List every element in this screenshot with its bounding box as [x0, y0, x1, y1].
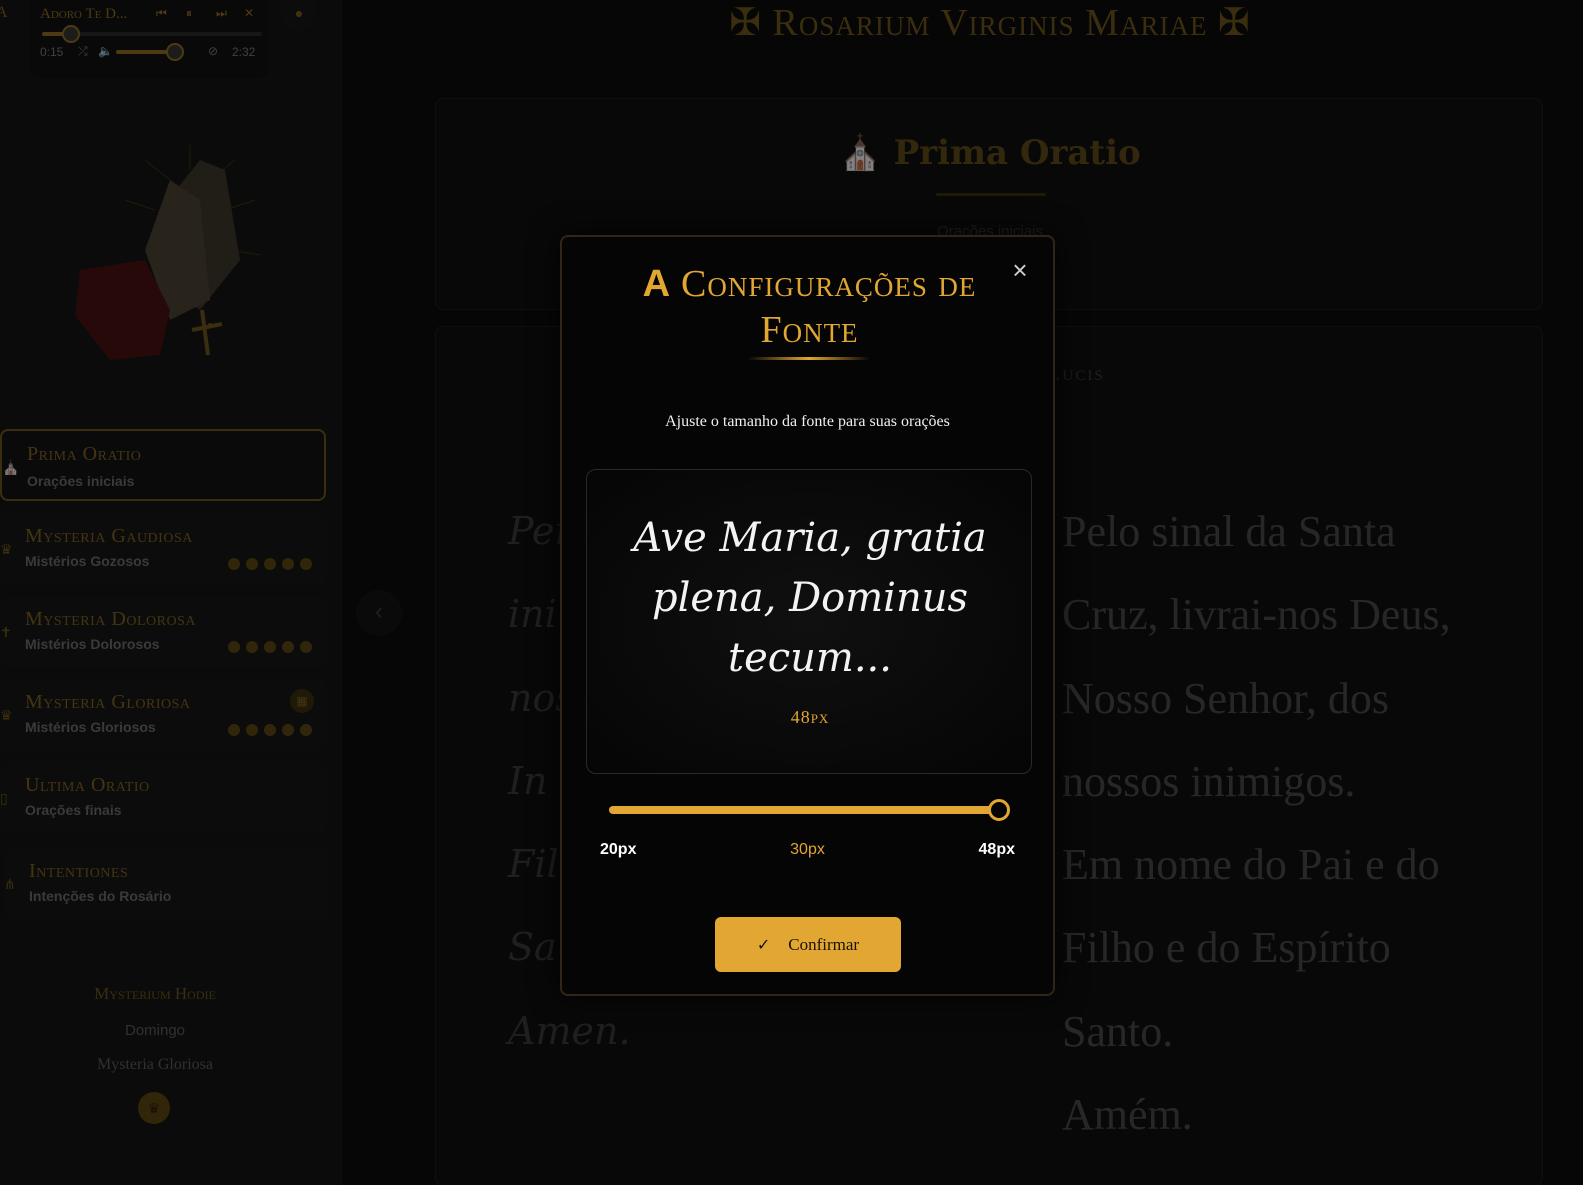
dialog-description: Ajuste o tamanho da fonte para suas oraç…	[665, 413, 950, 430]
font-preview-box: Ave Maria, gratia plena, Dominus tecum..…	[586, 469, 1032, 774]
confirm-label: Confirmar	[788, 934, 860, 954]
slider-max-label: 48px	[978, 841, 1015, 858]
confirm-button[interactable]: ✓ Confirmar	[715, 917, 901, 972]
font-settings-dialog: × A Configurações de Fonte Ajuste o taman…	[560, 235, 1055, 996]
dialog-title-text: Configurações de Fonte	[681, 263, 977, 351]
font-size-slider[interactable]	[609, 799, 1010, 821]
dialog-title: A Configurações de Fonte	[592, 261, 1027, 353]
slider-handle[interactable]	[988, 799, 1010, 821]
preview-size-label: 48px	[790, 707, 830, 727]
check-icon: ✓	[756, 935, 771, 954]
slider-fill	[609, 806, 999, 814]
title-divider	[748, 357, 870, 360]
preview-text: Ave Maria, gratia plena, Dominus tecum..…	[633, 515, 987, 681]
font-icon: A	[642, 263, 672, 305]
